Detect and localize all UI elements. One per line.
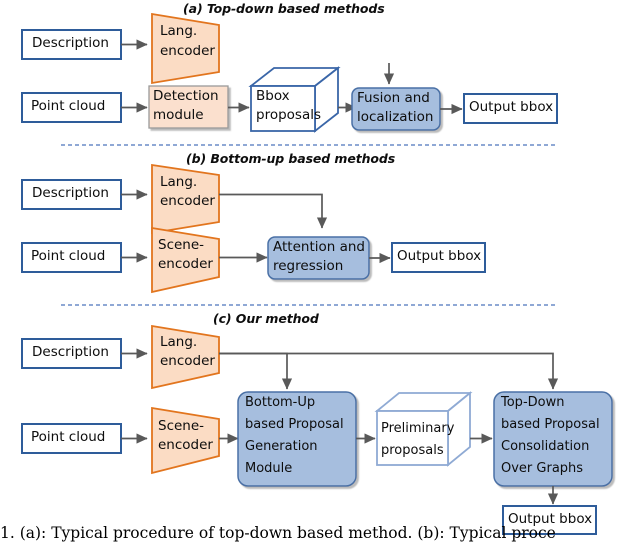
c-bupgm-line4: Module (245, 461, 293, 476)
b-lang-encoder-line1: Lang. (160, 174, 198, 190)
b-scene-encoder-line2: encoder (158, 256, 213, 272)
b-arrow-lang-to-attention (219, 193, 328, 229)
a-fusion-line2: localization (357, 109, 434, 125)
a-lang-encoder-line2: encoder (160, 43, 215, 59)
c-tdpcog-line3: Consolidation (501, 439, 590, 454)
c-prelim-line1: Preliminary (381, 421, 455, 436)
c-prelim-line2: proposals (381, 443, 444, 458)
a-description-label: Description (32, 35, 109, 51)
c-bupgm-line1: Bottom-Up (245, 395, 316, 410)
figure-canvas: (a) Top-down based methods Description L… (0, 0, 640, 544)
a-point-cloud-label: Point cloud (31, 98, 106, 114)
b-attention-line2: regression (273, 258, 344, 274)
a-fusion-line1: Fusion and (357, 90, 430, 106)
c-scene-encoder-line2: encoder (158, 437, 213, 453)
section-c-title: (c) Our method (213, 311, 319, 326)
c-lang-encoder-line1: Lang. (160, 334, 198, 350)
b-description-label: Description (32, 185, 109, 201)
section-a-title: (a) Top-down based methods (183, 1, 385, 16)
figure-caption: 1. (a): Typical procedure of top-down ba… (0, 524, 556, 542)
a-output-label: Output bbox (469, 99, 554, 115)
c-description-label: Description (32, 344, 109, 360)
c-scene-encoder-line1: Scene- (158, 418, 205, 434)
a-detection-line1: Detection (153, 88, 219, 104)
b-scene-encoder-line1: Scene- (158, 237, 205, 253)
b-lang-encoder-line2: encoder (160, 193, 215, 209)
b-point-cloud-label: Point cloud (31, 248, 106, 264)
c-tdpcog-line2: based Proposal (501, 417, 600, 432)
c-tdpcog-line1: Top-Down (501, 395, 565, 410)
a-detection-line2: module (153, 107, 204, 123)
c-arrow-lang-to-bupgm (219, 352, 293, 390)
c-bupgm-line2: based Proposal (245, 417, 344, 432)
b-output-label: Output bbox (397, 248, 482, 264)
a-bbox-line1: Bbox (256, 88, 290, 104)
a-lang-encoder-line1: Lang. (160, 23, 198, 39)
c-arrow-lang-to-tdpcog (219, 352, 559, 390)
c-point-cloud-label: Point cloud (31, 429, 106, 445)
c-tdpcog-line4: Over Graphs (501, 461, 584, 476)
section-b-title: (b) Bottom-up based methods (186, 151, 396, 166)
a-bbox-line2: proposals (256, 107, 322, 123)
c-lang-encoder-line2: encoder (160, 353, 215, 369)
b-attention-line1: Attention and (273, 239, 365, 255)
c-bupgm-line3: Generation (245, 439, 318, 454)
